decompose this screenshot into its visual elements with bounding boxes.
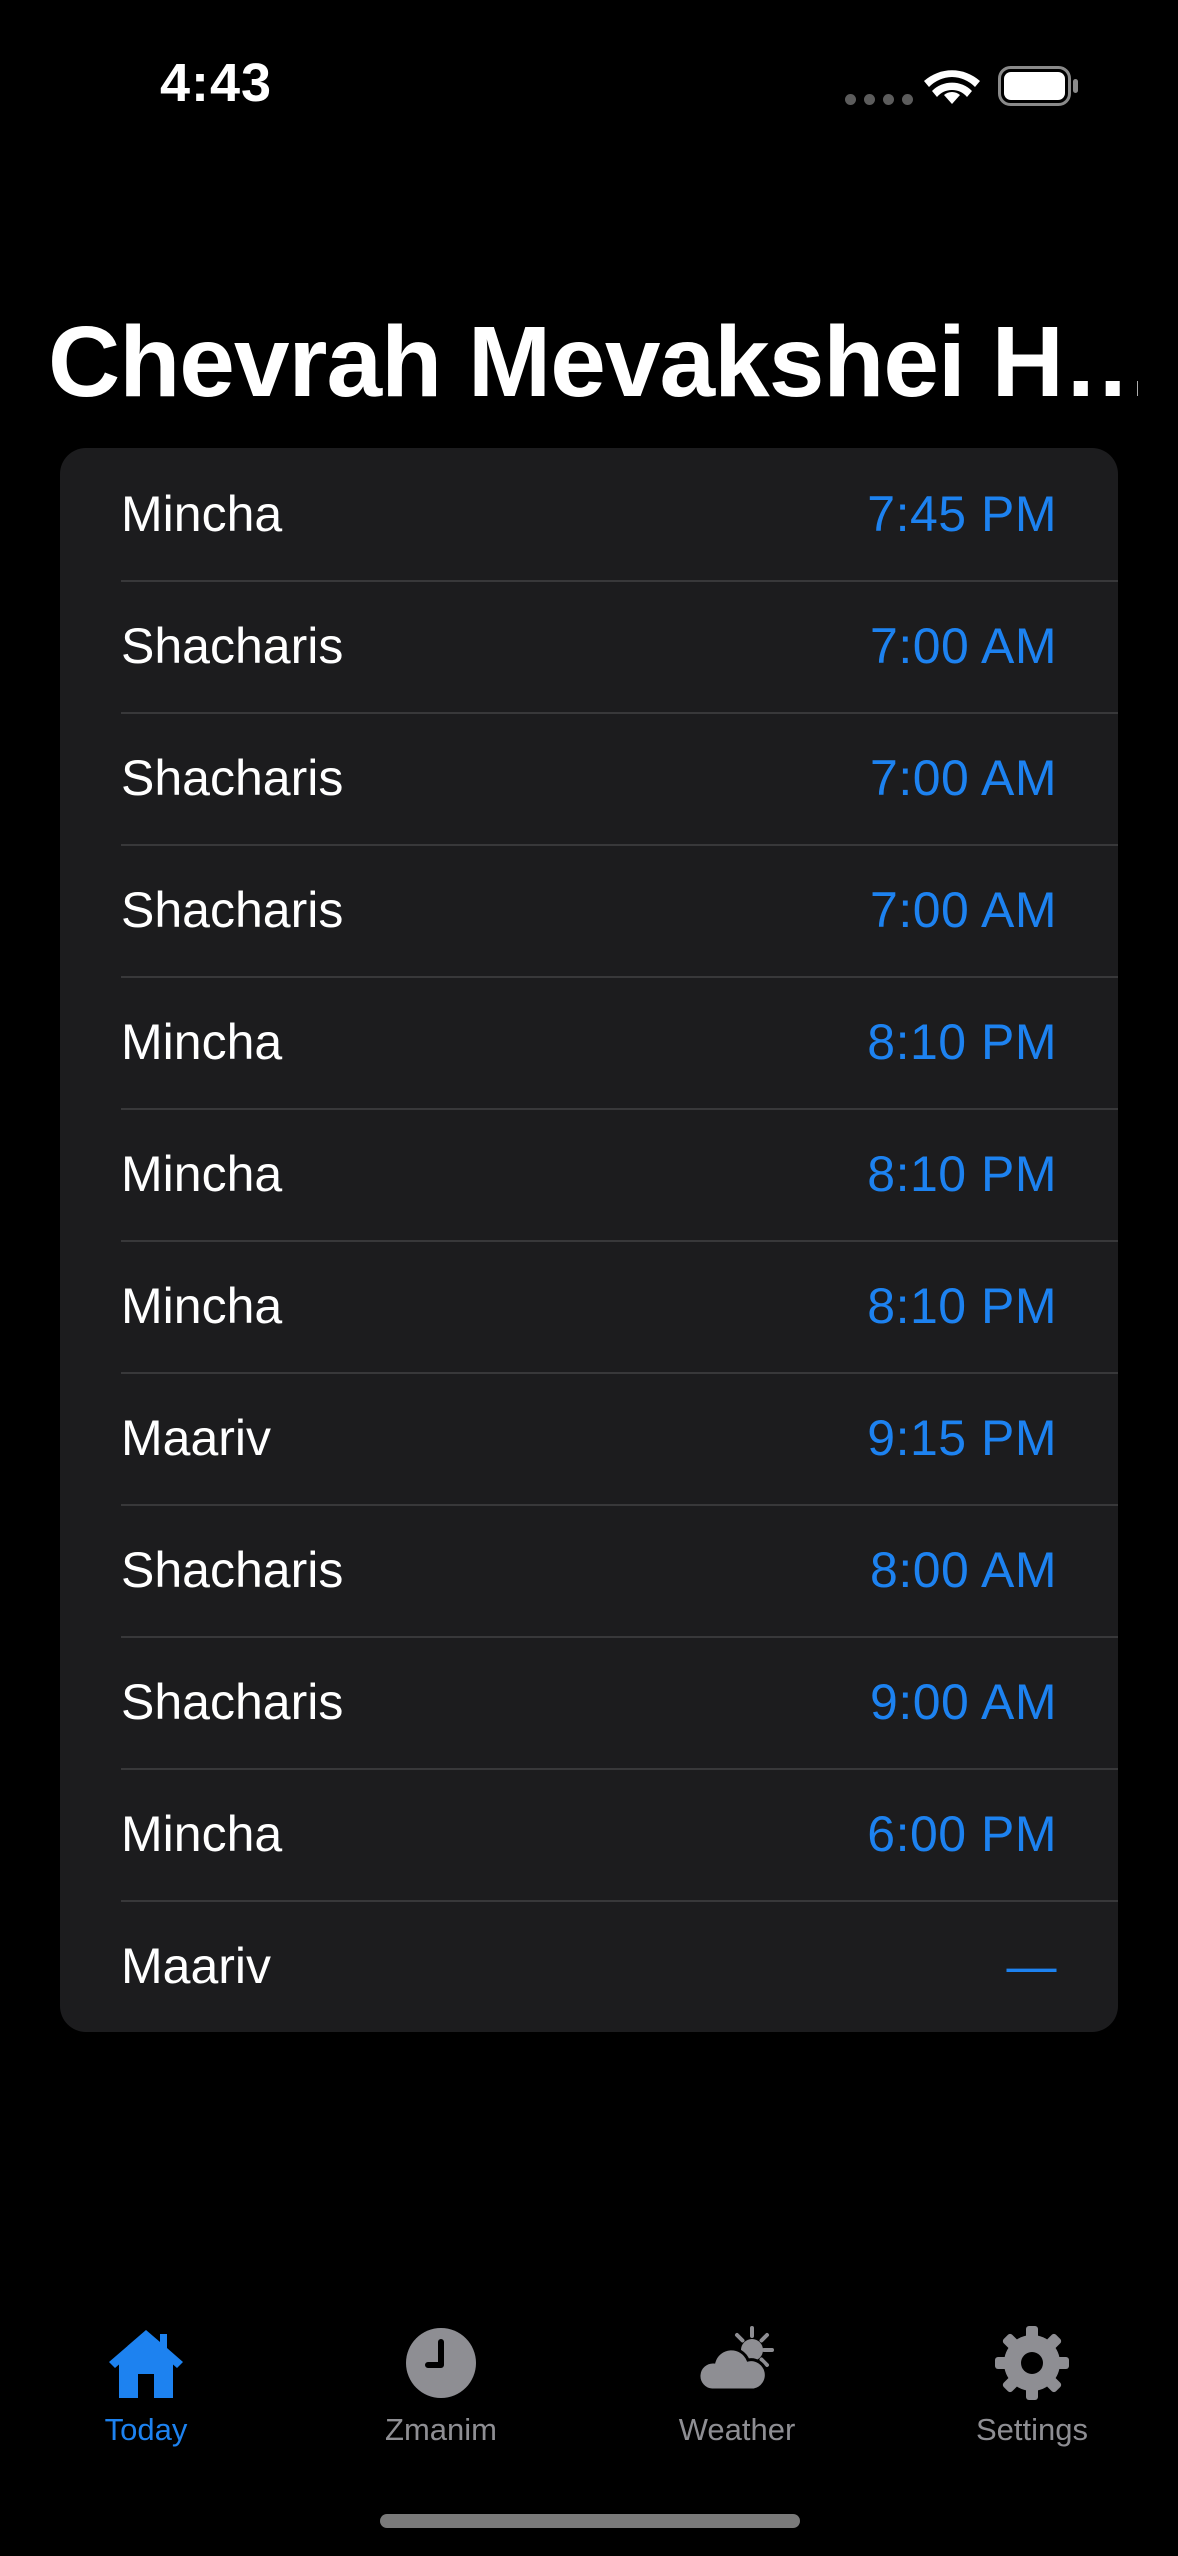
page-title: Chevrah Mevakshei H…	[48, 306, 1138, 418]
clock-icon	[406, 2328, 476, 2398]
list-item[interactable]: Maariv 9:15 PM	[60, 1372, 1118, 1504]
list-item[interactable]: Shacharis 7:00 AM	[60, 712, 1118, 844]
prayer-time: 6:00 PM	[867, 1806, 1057, 1862]
list-item[interactable]: Shacharis 8:00 AM	[60, 1504, 1118, 1636]
status-bar: 4:43	[0, 0, 1178, 175]
prayer-name: Mincha	[121, 1014, 283, 1070]
prayer-name: Maariv	[121, 1938, 272, 1994]
cloud-sun-icon	[697, 2326, 774, 2392]
prayer-time: 7:00 AM	[870, 618, 1057, 674]
prayer-time: 8:10 PM	[867, 1278, 1057, 1334]
prayer-time: 9:15 PM	[867, 1410, 1057, 1466]
tab-weather[interactable]: Weather	[617, 2320, 857, 2448]
prayer-name: Shacharis	[121, 1542, 344, 1598]
tab-label-settings: Settings	[975, 2412, 1088, 2447]
prayer-name: Maariv	[121, 1410, 272, 1466]
house-icon	[109, 2330, 183, 2398]
prayer-time: 8:10 PM	[867, 1146, 1057, 1202]
prayer-time: 7:45 PM	[867, 486, 1057, 542]
tab-today[interactable]: Today	[26, 2320, 266, 2448]
list-item[interactable]: Mincha 6:00 PM	[60, 1768, 1118, 1900]
list-item[interactable]: Mincha 8:10 PM	[60, 1240, 1118, 1372]
prayer-name: Mincha	[121, 1146, 283, 1202]
prayer-name: Shacharis	[121, 882, 344, 938]
home-indicator	[380, 2514, 800, 2528]
prayer-name: Shacharis	[121, 618, 344, 674]
tab-zmanim[interactable]: Zmanim	[321, 2320, 561, 2448]
list-item[interactable]: Shacharis 9:00 AM	[60, 1636, 1118, 1768]
prayer-name: Mincha	[121, 1806, 283, 1862]
tab-bar: Today Zmanim Weather Settings	[0, 2300, 1178, 2450]
tab-label-today: Today	[104, 2412, 188, 2447]
list-item[interactable]: Mincha 8:10 PM	[60, 976, 1118, 1108]
prayer-time: 8:10 PM	[867, 1014, 1057, 1070]
prayer-time: 7:00 AM	[870, 750, 1057, 806]
prayer-time: 7:00 AM	[870, 882, 1057, 938]
prayer-time: 9:00 AM	[870, 1674, 1057, 1730]
cellular-signal-icon	[845, 94, 913, 105]
prayer-name: Shacharis	[121, 750, 344, 806]
tab-settings[interactable]: Settings	[912, 2320, 1152, 2448]
schedule-list: Mincha 7:45 PM Shacharis 7:00 AM Shachar…	[60, 448, 1118, 2032]
prayer-time: —	[1006, 1938, 1057, 1994]
tab-label-weather: Weather	[678, 2412, 796, 2447]
battery-icon	[998, 66, 1078, 106]
prayer-name: Mincha	[121, 1278, 283, 1334]
list-item[interactable]: Shacharis 7:00 AM	[60, 580, 1118, 712]
prayer-name: Shacharis	[121, 1674, 344, 1730]
prayer-name: Mincha	[121, 486, 283, 542]
list-item[interactable]: Shacharis 7:00 AM	[60, 844, 1118, 976]
wifi-icon	[924, 70, 980, 104]
tab-label-zmanim: Zmanim	[385, 2412, 497, 2447]
status-time: 4:43	[160, 53, 273, 113]
list-item[interactable]: Mincha 8:10 PM	[60, 1108, 1118, 1240]
list-item[interactable]: Maariv —	[60, 1900, 1118, 2032]
gear-icon	[995, 2326, 1069, 2400]
list-item[interactable]: Mincha 7:45 PM	[60, 448, 1118, 580]
prayer-time: 8:00 AM	[870, 1542, 1057, 1598]
